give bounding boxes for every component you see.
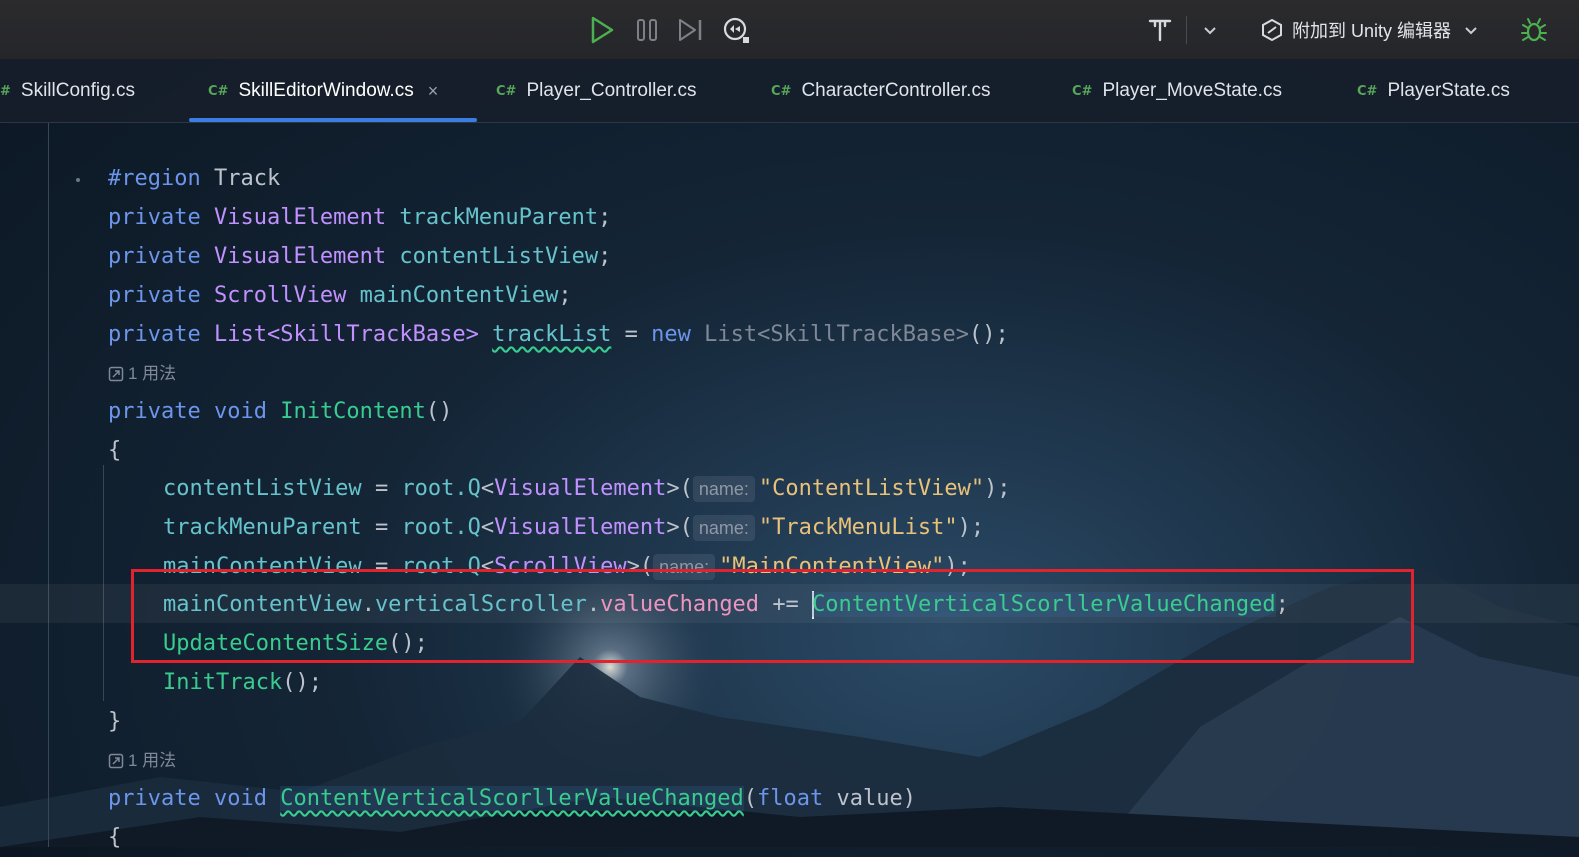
usage-icon — [108, 366, 124, 382]
parameter-hint: name: — [692, 515, 755, 541]
debug-button[interactable] — [1518, 14, 1550, 46]
toolbar: 附加到 Unity 编辑器 — [0, 0, 1579, 60]
step-button[interactable] — [675, 14, 707, 46]
csharp-file-icon: # — [0, 83, 11, 99]
usage-label: 1 用法 — [128, 751, 177, 770]
unity-icon — [1262, 18, 1282, 42]
pause-icon — [637, 19, 657, 41]
code-line[interactable]: private ScrollView mainContentView; — [108, 276, 572, 315]
code-line[interactable]: private VisualElement contentListView; — [108, 237, 611, 276]
chevron-down-icon — [1465, 27, 1477, 35]
code-line[interactable]: { — [108, 431, 121, 470]
gutter-line — [48, 123, 49, 847]
tab-playerstate[interactable]: C# PlayerState.cs — [1357, 60, 1510, 122]
attach-label: 附加到 Unity 编辑器 — [1292, 21, 1452, 41]
active-tab-indicator — [189, 118, 477, 122]
text-tool-icon — [1148, 19, 1172, 42]
tab-skilleditorwindow[interactable]: C# SkillEditorWindow.cs × — [208, 60, 438, 122]
csharp-file-icon: C# — [496, 83, 517, 99]
tab-skillconfig[interactable]: # SkillConfig.cs — [0, 60, 135, 122]
build-config-button[interactable] — [1144, 14, 1176, 46]
editor-tabs: # SkillConfig.cs C# SkillEditorWindow.cs… — [0, 60, 1579, 123]
csharp-file-icon: C# — [1357, 83, 1378, 99]
fold-marker[interactable] — [76, 178, 80, 182]
usage-icon — [108, 753, 124, 769]
csharp-file-icon: C# — [1072, 83, 1093, 99]
toolbar-divider — [1186, 16, 1187, 44]
run-button[interactable] — [586, 14, 618, 46]
code-line[interactable]: private void ContentVerticalScorllerValu… — [108, 779, 916, 818]
tab-label: SkillConfig.cs — [20, 80, 135, 101]
tab-label: PlayerState.cs — [1387, 80, 1510, 101]
indent-guide — [103, 465, 104, 701]
code-line[interactable]: } — [108, 702, 121, 741]
config-dropdown[interactable] — [1194, 14, 1226, 46]
tab-label: Player_MoveState.cs — [1102, 80, 1282, 101]
chevron-down-icon — [1204, 27, 1216, 35]
code-line[interactable]: private void InitContent() — [108, 392, 452, 431]
profiler-button[interactable] — [720, 14, 752, 46]
attach-unity-dropdown[interactable]: 附加到 Unity 编辑器 — [1260, 16, 1479, 44]
highlight-annotation-box — [131, 569, 1414, 663]
code-line[interactable]: contentListView = root.Q<VisualElement>(… — [163, 469, 1011, 508]
usage-hint[interactable]: 1 用法 — [108, 749, 176, 773]
csharp-file-icon: C# — [771, 83, 792, 99]
usage-hint[interactable]: 1 用法 — [108, 362, 176, 386]
code-line[interactable]: private VisualElement trackMenuParent; — [108, 198, 611, 237]
tab-label: CharacterController.cs — [801, 80, 991, 101]
play-icon — [591, 16, 614, 44]
code-line[interactable]: InitTrack(); — [163, 663, 322, 702]
code-line[interactable]: private List<SkillTrackBase> trackList =… — [108, 315, 1009, 354]
parameter-hint: name: — [692, 476, 755, 502]
csharp-file-icon: C# — [208, 83, 229, 99]
pause-button[interactable] — [631, 14, 663, 46]
tab-player-movestate[interactable]: C# Player_MoveState.cs — [1072, 60, 1282, 122]
usage-label: 1 用法 — [128, 364, 177, 383]
code-line[interactable]: { — [108, 818, 121, 857]
profiler-icon — [723, 17, 749, 43]
close-icon[interactable]: × — [428, 81, 439, 102]
code-line[interactable]: trackMenuParent = root.Q<VisualElement>(… — [163, 508, 984, 547]
step-icon — [679, 19, 702, 41]
tab-label: SkillEditorWindow.cs — [238, 80, 414, 101]
code-line[interactable]: #region Track — [108, 159, 280, 198]
tab-label: Player_Controller.cs — [526, 80, 697, 101]
tab-player-controller[interactable]: C# Player_Controller.cs — [496, 60, 696, 122]
tab-charactercontroller[interactable]: C# CharacterController.cs — [771, 60, 990, 122]
bug-icon — [1521, 18, 1547, 42]
